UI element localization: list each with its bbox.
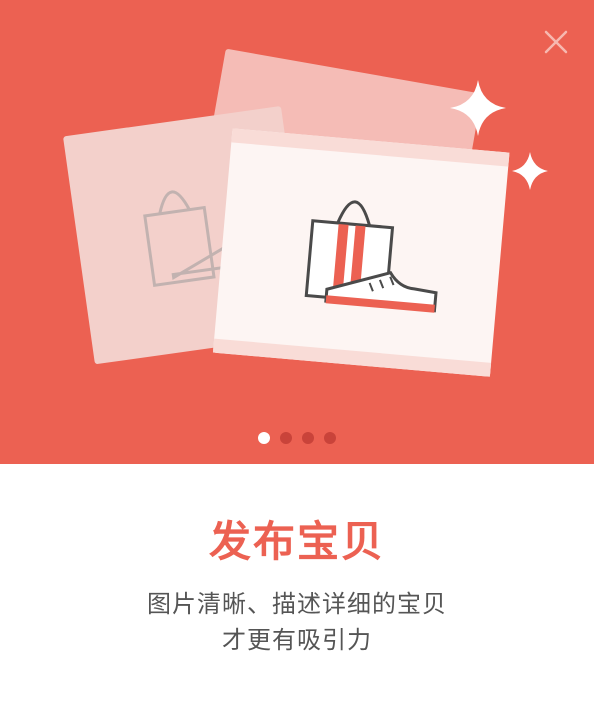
page-description: 图片清晰、描述详细的宝贝 才更有吸引力 bbox=[0, 586, 594, 658]
description-line-2: 才更有吸引力 bbox=[222, 626, 372, 654]
sparkle-icon bbox=[512, 152, 548, 190]
page-dot-4[interactable] bbox=[324, 432, 336, 444]
hero-illustration bbox=[63, 49, 548, 377]
page-dot-1[interactable] bbox=[258, 432, 270, 444]
onboarding-screen: 发布宝贝 图片清晰、描述详细的宝贝 才更有吸引力 bbox=[0, 0, 594, 702]
close-button[interactable] bbox=[540, 26, 572, 58]
hero-banner bbox=[0, 0, 594, 464]
page-dot-3[interactable] bbox=[302, 432, 314, 444]
content-panel: 发布宝贝 图片清晰、描述详细的宝贝 才更有吸引力 bbox=[0, 464, 594, 702]
page-title: 发布宝贝 bbox=[208, 517, 385, 566]
close-icon bbox=[544, 30, 568, 54]
front-card bbox=[212, 128, 510, 377]
page-indicator bbox=[0, 432, 594, 444]
page-dot-2[interactable] bbox=[280, 432, 292, 444]
description-line-1: 图片清晰、描述详细的宝贝 bbox=[147, 590, 447, 618]
